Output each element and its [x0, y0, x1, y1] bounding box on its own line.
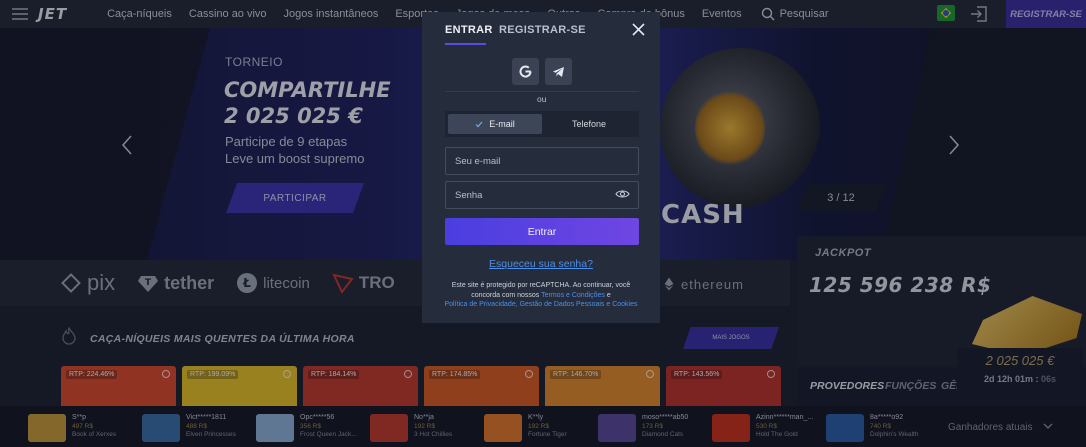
- privacy-link[interactable]: Política de Privacidade, Gestão de Dados…: [445, 301, 638, 308]
- login-submit-button[interactable]: Entrar: [445, 218, 639, 245]
- tab-login[interactable]: ENTRAR: [445, 24, 493, 36]
- close-icon[interactable]: [632, 23, 645, 36]
- forgot-password-link[interactable]: Esqueceu sua senha?: [422, 258, 660, 270]
- telegram-login-button[interactable]: [545, 58, 572, 85]
- email-field[interactable]: [445, 147, 639, 175]
- recaptcha-notice: Este site é protegido por reCAPTCHA. Ao …: [436, 281, 646, 310]
- login-modal: ENTRAR REGISTRAR-SE ou E-mail Telefone E…: [422, 12, 660, 323]
- login-method-toggle: E-mail Telefone: [445, 111, 639, 137]
- toggle-email[interactable]: E-mail: [448, 114, 542, 134]
- active-tab-indicator: [445, 43, 486, 45]
- toggle-phone[interactable]: Telefone: [542, 114, 636, 134]
- terms-link[interactable]: Termos e Condições: [541, 292, 605, 299]
- tab-register[interactable]: REGISTRAR-SE: [499, 24, 586, 36]
- divider: [445, 91, 639, 92]
- google-login-button[interactable]: [512, 58, 539, 85]
- legal-line2: concorda com nossos: [471, 291, 540, 299]
- toggle-email-label: E-mail: [489, 119, 515, 129]
- telegram-icon: [553, 66, 564, 77]
- check-icon: [475, 121, 483, 127]
- password-field[interactable]: [445, 181, 639, 209]
- google-icon: [519, 65, 532, 78]
- legal-and: e: [606, 291, 611, 299]
- legal-line1: Este site é protegido por reCAPTCHA. Ao …: [451, 282, 631, 289]
- eye-icon[interactable]: [615, 189, 630, 199]
- or-label: ou: [535, 94, 549, 104]
